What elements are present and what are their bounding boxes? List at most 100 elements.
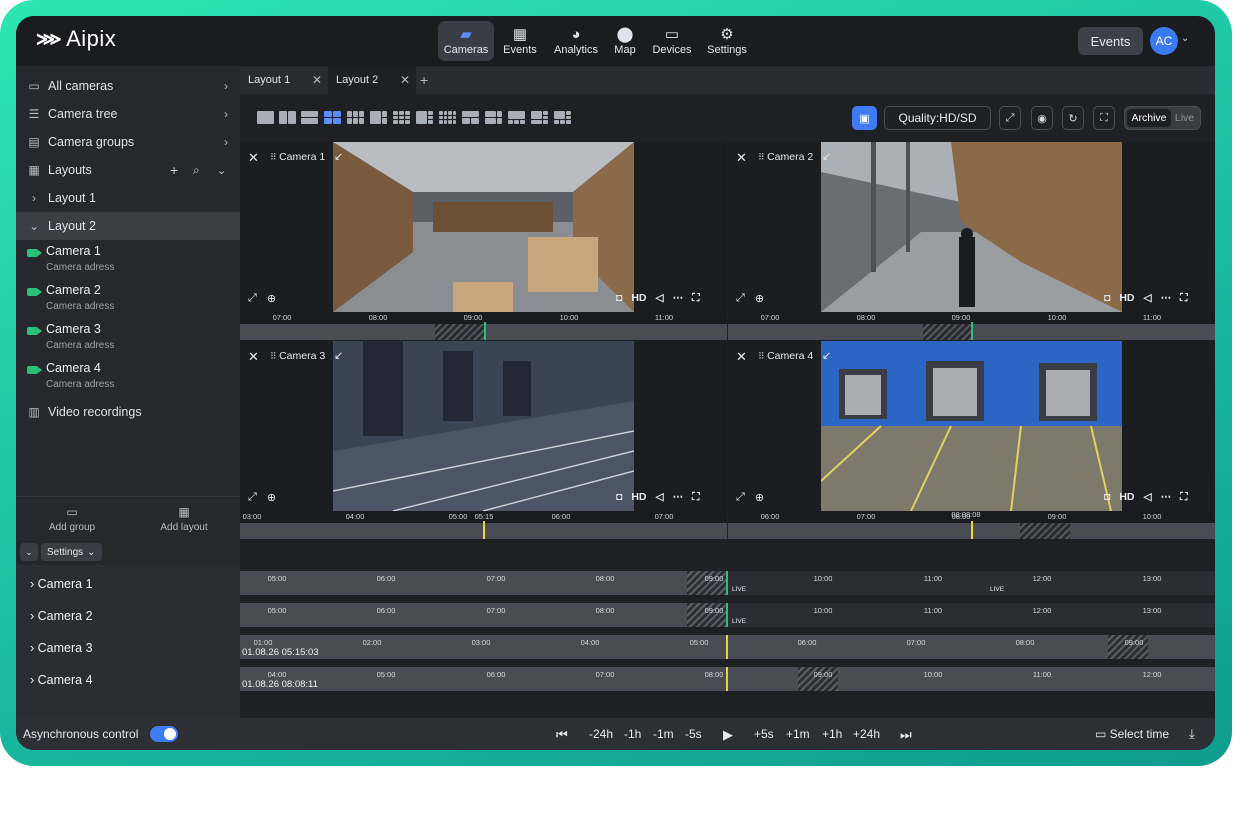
sidebar-item-video-recordings[interactable]: ▥ Video recordings	[16, 398, 240, 426]
timeline-camera-row[interactable]: › Camera 3	[30, 641, 93, 655]
camera-timeline[interactable]: 06:00 07:00 08:00 08:08:08 09:00 10:00	[728, 510, 1215, 539]
sidebar-camera-2[interactable]: Camera 2 Camera adress	[16, 283, 240, 321]
avatar[interactable]: AC	[1150, 27, 1178, 55]
layout-2x2-icon[interactable]	[324, 111, 341, 124]
archive-mode-option[interactable]: Archive	[1127, 109, 1171, 127]
tab-layout-1[interactable]: Layout 1 ✕	[240, 66, 328, 94]
save-layout-button[interactable]: ▣	[852, 106, 877, 130]
quality-selector[interactable]: Quality:HD/SD	[884, 106, 991, 130]
sidebar-camera-1[interactable]: Camera 1 Camera adress	[16, 244, 240, 282]
nav-map[interactable]: ⬤ Map	[608, 21, 642, 61]
nav-devices[interactable]: ▭ Devices	[648, 21, 696, 61]
minimize-icon[interactable]: ↙	[334, 349, 343, 362]
download-icon[interactable]: ⤓	[1189, 726, 1195, 742]
async-control-toggle[interactable]	[150, 726, 178, 742]
search-icon[interactable]: ⌕	[193, 163, 200, 178]
timeline-track-camera-1[interactable]: 05:00 06:00 07:00 08:00 09:00 10:00 11:0…	[240, 571, 1215, 595]
add-group-button[interactable]: ▭ Add group	[16, 497, 128, 540]
sound-icon[interactable]: ◁	[1144, 292, 1152, 305]
close-camera-icon[interactable]: ✕	[736, 150, 747, 166]
step-button[interactable]: -5s	[685, 727, 702, 741]
sound-icon[interactable]: ◁	[656, 491, 664, 504]
skip-back-icon[interactable]: ⏮	[556, 727, 568, 743]
hd-toggle[interactable]: HD	[1119, 292, 1134, 305]
fullscreen-icon[interactable]: ⛶	[692, 491, 699, 504]
hd-toggle[interactable]: HD	[631, 491, 646, 504]
fullscreen-button[interactable]: ⛶	[1093, 106, 1115, 130]
play-icon[interactable]: ▶	[723, 727, 733, 743]
timeline-camera-row[interactable]: › Camera 4	[30, 673, 93, 687]
sidebar-item-all-cameras[interactable]: ▭ All cameras ›	[16, 72, 240, 100]
step-button[interactable]: +1m	[786, 727, 810, 741]
layout-1plus5-icon[interactable]	[531, 111, 548, 124]
refresh-button[interactable]: ↻	[1062, 106, 1084, 130]
fit-screen-button[interactable]: ⤢	[999, 106, 1021, 130]
nav-events[interactable]: ▦ Events	[498, 21, 542, 61]
sidebar-item-layout-2[interactable]: ⌄ Layout 2	[16, 212, 240, 240]
zoom-icon[interactable]: ⊕	[755, 292, 764, 305]
layout-3x3-icon[interactable]	[393, 111, 410, 124]
fullscreen-icon[interactable]: ⛶	[1180, 491, 1187, 504]
add-tab-icon[interactable]: +	[420, 72, 428, 88]
layout-2-col-icon[interactable]	[279, 111, 296, 124]
sidebar-camera-3[interactable]: Camera 3 Camera adress	[16, 322, 240, 360]
step-button[interactable]: -1h	[624, 727, 641, 741]
layout-1plus2-icon[interactable]	[370, 111, 387, 124]
sidebar-item-layout-1[interactable]: › Layout 1	[16, 184, 240, 212]
step-button[interactable]: +5s	[754, 727, 774, 741]
zoom-icon[interactable]: ⊕	[267, 491, 276, 504]
camera-timeline[interactable]: 07:00 08:00 09:00 10:00 11:00	[240, 312, 727, 340]
nav-settings[interactable]: ⚙ Settings	[702, 21, 752, 61]
zoom-icon[interactable]: ⊕	[755, 491, 764, 504]
snapshot-icon[interactable]: ◘	[1104, 491, 1110, 504]
add-layout-icon[interactable]: +	[170, 162, 178, 178]
layout-1x1-icon[interactable]	[257, 111, 274, 124]
snapshot-icon[interactable]: ◘	[616, 491, 622, 504]
expand-icon[interactable]: ⤢	[736, 491, 745, 504]
layout-1plus3-bottom-icon[interactable]	[508, 111, 525, 124]
hd-toggle[interactable]: HD	[1119, 491, 1134, 504]
more-icon[interactable]: ⋯	[1161, 491, 1172, 504]
snapshot-icon[interactable]: ◘	[1104, 292, 1110, 305]
timeline-track-camera-3[interactable]: 01:00 02:00 03:00 04:00 05:00 06:00 07:0…	[240, 635, 1215, 659]
timeline-track-camera-2[interactable]: 05:00 06:00 07:00 08:00 09:00 10:00 11:0…	[240, 603, 1215, 627]
step-button[interactable]: -24h	[589, 727, 613, 741]
collapse-button[interactable]: ⌄	[20, 543, 38, 561]
camera-timeline[interactable]: 07:00 08:00 09:00 10:00 11:00	[728, 312, 1215, 340]
camera-4-video[interactable]	[821, 341, 1122, 511]
layout-1plus3-icon[interactable]	[416, 111, 433, 124]
sidebar-item-layouts[interactable]: ▦ Layouts + ⌕ ⌄	[16, 156, 240, 184]
close-camera-icon[interactable]: ✕	[248, 150, 259, 166]
sound-icon[interactable]: ◁	[656, 292, 664, 305]
close-icon[interactable]: ✕	[312, 73, 322, 87]
layout-wide-icon[interactable]	[462, 111, 479, 124]
live-mode-option[interactable]: Live	[1171, 112, 1198, 124]
step-button[interactable]: -1m	[653, 727, 674, 741]
chevron-down-icon[interactable]: ⌄	[1181, 33, 1189, 44]
sidebar-camera-4[interactable]: Camera 4 Camera adress	[16, 361, 240, 399]
sidebar-item-camera-groups[interactable]: ▤ Camera groups ›	[16, 128, 240, 156]
hd-toggle[interactable]: HD	[631, 292, 646, 305]
more-icon[interactable]: ⋯	[673, 491, 684, 504]
select-time-button[interactable]: ▭ Select time	[1095, 727, 1169, 741]
skip-forward-icon[interactable]: ⏭	[900, 727, 912, 743]
timeline-camera-row[interactable]: › Camera 2	[30, 609, 93, 623]
visibility-button[interactable]: ◉	[1031, 106, 1053, 130]
minimize-icon[interactable]: ↙	[334, 150, 343, 163]
nav-cameras[interactable]: ▰ Cameras	[438, 21, 494, 61]
step-button[interactable]: +24h	[853, 727, 880, 741]
layout-3x2-icon[interactable]	[347, 111, 364, 124]
more-icon[interactable]: ⋯	[1161, 292, 1172, 305]
close-camera-icon[interactable]: ✕	[248, 349, 259, 365]
expand-icon[interactable]: ⤢	[248, 292, 257, 305]
minimize-icon[interactable]: ↙	[822, 150, 831, 163]
close-icon[interactable]: ✕	[400, 73, 410, 87]
sidebar-item-camera-tree[interactable]: ☰ Camera tree ›	[16, 100, 240, 128]
snapshot-icon[interactable]: ◘	[616, 292, 622, 305]
layout-2-row-icon[interactable]	[301, 111, 318, 124]
archive-live-switch[interactable]: Archive Live	[1124, 106, 1201, 130]
settings-dropdown[interactable]: Settings ⌄	[41, 543, 102, 561]
timeline-camera-row[interactable]: › Camera 1	[30, 577, 93, 591]
events-button[interactable]: Events	[1078, 27, 1143, 55]
fullscreen-icon[interactable]: ⛶	[1180, 292, 1187, 305]
